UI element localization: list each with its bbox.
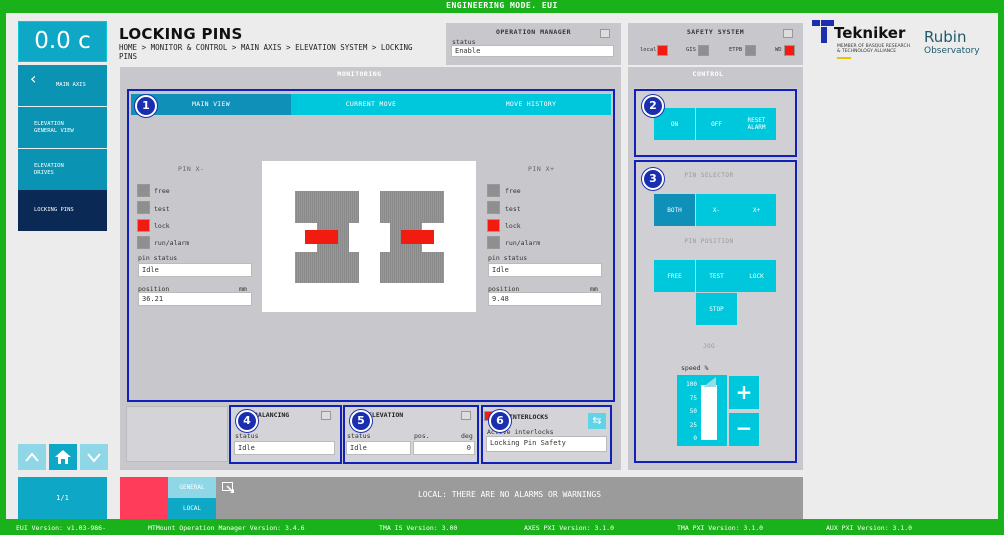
safety-indicator-etpb <box>745 45 756 56</box>
nav-item-label: LOCKING PINS <box>34 207 74 213</box>
aux-pxi-version: AUX PXI Version: 3.1.0 <box>826 524 913 532</box>
safety-system-title: SAFETY SYSTEM <box>686 28 745 36</box>
highlight-box-1 <box>127 89 615 402</box>
chevron-left-icon: ‹ <box>30 69 37 88</box>
badge-4: 4 <box>236 410 258 432</box>
operation-status-field: Enable <box>451 45 614 57</box>
safety-label-wd: WD <box>775 47 782 53</box>
safety-label-etpb: ETPB <box>729 47 743 53</box>
safety-label-local: local <box>640 47 657 53</box>
mtmount-om-version: MTMount Operation Manager Version: 3.4.6 <box>148 524 305 532</box>
tma-pxi-version: TMA PXI Version: 3.1.0 <box>677 524 764 532</box>
chevron-up-icon <box>25 452 39 462</box>
safety-indicator-gis <box>698 45 709 56</box>
home-button[interactable] <box>49 444 77 470</box>
expand-icon[interactable] <box>783 29 793 38</box>
tekniker-subtitle: MEMBER OF BASQUE RESEARCH & TECHNOLOGY A… <box>837 44 910 54</box>
nav-item-label: ELEVATION DRIVES <box>34 162 64 176</box>
badge-6: 6 <box>489 410 511 432</box>
safety-indicator-local <box>657 45 668 56</box>
highlight-box-3 <box>634 160 797 463</box>
badge-5: 5 <box>350 410 372 432</box>
safety-system-panel: SAFETY SYSTEM local GIS ETPB WD <box>628 23 803 65</box>
general-tab[interactable]: GENERAL <box>168 477 216 498</box>
alarm-status-indicator <box>120 477 168 519</box>
tma-is-version: TMA IS Version: 3.00 <box>379 524 458 532</box>
nav-item-elevation-general-view[interactable]: ELEVATION GENERAL VIEW <box>18 107 107 148</box>
badge-3: 3 <box>642 168 664 190</box>
monitoring-title: MONITORING <box>337 70 382 78</box>
safety-label-gis: GIS <box>686 47 696 53</box>
rubin-subtitle: Observatory <box>924 46 980 56</box>
local-tab[interactable]: LOCAL <box>168 498 216 519</box>
axes-pxi-version: AXES PXI Version: 3.1.0 <box>524 524 615 532</box>
control-title: CONTROL <box>692 70 724 78</box>
page-indicator: 1/1 <box>18 477 107 519</box>
alarm-message: LOCAL: THERE ARE NO ALARMS OR WARNINGS <box>417 490 602 499</box>
nav-item-locking-pins[interactable]: LOCKING PINS <box>18 190 107 231</box>
operation-manager-panel: OPERATION MANAGER status Enable <box>446 23 621 65</box>
tekniker-underline <box>837 57 851 59</box>
home-icon <box>55 450 71 464</box>
empty-subpanel <box>126 406 228 462</box>
nav-item-label: MAIN AXIS <box>56 82 86 88</box>
page-title: LOCKING PINS <box>119 25 243 43</box>
version-footer: EUI Version: v1.03-986- MTMount Operatio… <box>0 521 1004 535</box>
nav-item-label: ELEVATION GENERAL VIEW <box>34 120 74 134</box>
operation-manager-title: OPERATION MANAGER <box>495 28 572 36</box>
safety-indicator-wd <box>784 45 795 56</box>
speed-display: 0.0 c <box>18 21 107 62</box>
badge-1: 1 <box>135 95 157 117</box>
tekniker-logo: Tekniker MEMBER OF BASQUE RESEARCH & TEC… <box>812 20 916 66</box>
eui-version: EUI Version: v1.03-986- <box>16 524 107 532</box>
tekniker-wordmark: Tekniker <box>834 24 906 42</box>
scroll-up-button[interactable] <box>18 444 46 470</box>
nav-item-elevation-drives[interactable]: ELEVATION DRIVES <box>18 149 107 190</box>
scroll-down-button[interactable] <box>80 444 108 470</box>
nav-back-main-axis[interactable]: ‹ MAIN AXIS <box>18 65 107 106</box>
alarm-message-bar: LOCAL: THERE ARE NO ALARMS OR WARNINGS <box>216 477 803 519</box>
badge-2: 2 <box>642 95 664 117</box>
breadcrumb: HOME > MONITOR & CONTROL > MAIN AXIS > E… <box>119 43 413 61</box>
top-banner: ENGINEERING MODE. EUI <box>446 1 558 10</box>
chevron-down-icon <box>87 453 101 463</box>
rubin-wordmark: Rubin <box>924 28 967 46</box>
expand-icon[interactable] <box>600 29 610 38</box>
